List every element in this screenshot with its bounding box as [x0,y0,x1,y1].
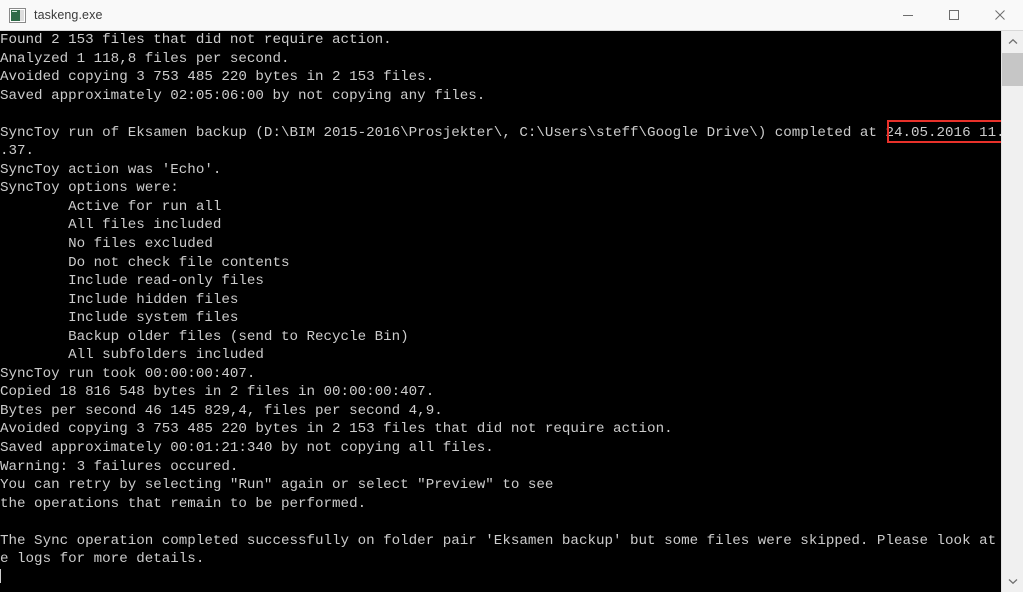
window-titlebar[interactable]: taskeng.exe [0,0,1023,31]
console-line: SyncToy run took 00:00:00:407. [0,365,256,382]
console-line: Include hidden files [0,291,239,308]
console-line: the operations that remain to be perform… [0,495,367,512]
console-line: Saved approximately 00:01:21:340 by not … [0,440,494,457]
console-output[interactable]: Found 2 153 files that did not require a… [0,31,1001,592]
titlebar-left: taskeng.exe [0,7,885,23]
console-line: Avoided copying 3 753 485 220 bytes in 2… [0,421,673,438]
console-line: Found 2 153 files that did not require a… [0,32,392,48]
minimize-icon [903,15,913,16]
console-line: Copied 18 816 548 bytes in 2 files in 00… [0,384,435,401]
console-line: The Sync operation completed successfull… [0,532,1001,549]
console-line: Saved approximately 02:05:06:00 by not c… [0,87,486,104]
console-line: No files excluded [0,236,213,253]
console-line: All files included [0,217,222,234]
console-line: All subfolders included [0,347,264,364]
close-icon [995,10,1005,20]
console-line: Bytes per second 46 145 829,4, files per… [0,402,443,419]
vertical-scrollbar[interactable] [1001,31,1023,592]
console-line: SyncToy run of Eksamen backup (D:\BIM 20… [0,124,1001,141]
console-line: Analyzed 1 118,8 files per second. [0,50,290,67]
window-controls [885,0,1023,30]
console-line: You can retry by selecting "Run" again o… [0,477,554,494]
console-body: Found 2 153 files that did not require a… [0,31,1023,592]
console-line: Do not check file contents [0,254,290,271]
console-line: SyncToy options were: [0,180,179,197]
scroll-down-button[interactable] [1002,570,1023,592]
console-line: SyncToy action was 'Echo'. [0,161,222,178]
console-caret-line [0,568,1001,588]
scrollbar-track[interactable] [1002,53,1023,570]
close-button[interactable] [977,0,1023,30]
chevron-down-icon [1008,579,1017,585]
console-line: Warning: 3 failures occured. [0,458,239,475]
window-title: taskeng.exe [34,8,103,22]
console-line: e logs for more details. [0,551,205,568]
console-line: Include system files [0,310,239,327]
console-line: Avoided copying 3 753 485 220 bytes in 2… [0,69,435,86]
maximize-button[interactable] [931,0,977,30]
console-line: Backup older files (send to Recycle Bin) [0,328,409,345]
scrollbar-thumb[interactable] [1002,53,1023,86]
console-window: taskeng.exe Found 2 153 files that did n… [0,0,1023,592]
console-line: .37. [0,143,35,160]
console-line: Active for run all [0,198,222,215]
console-window-icon [9,7,26,23]
minimize-button[interactable] [885,0,931,30]
scroll-up-button[interactable] [1002,31,1023,53]
maximize-icon [949,10,959,20]
console-line: Include read-only files [0,273,264,290]
chevron-up-icon [1008,38,1017,44]
